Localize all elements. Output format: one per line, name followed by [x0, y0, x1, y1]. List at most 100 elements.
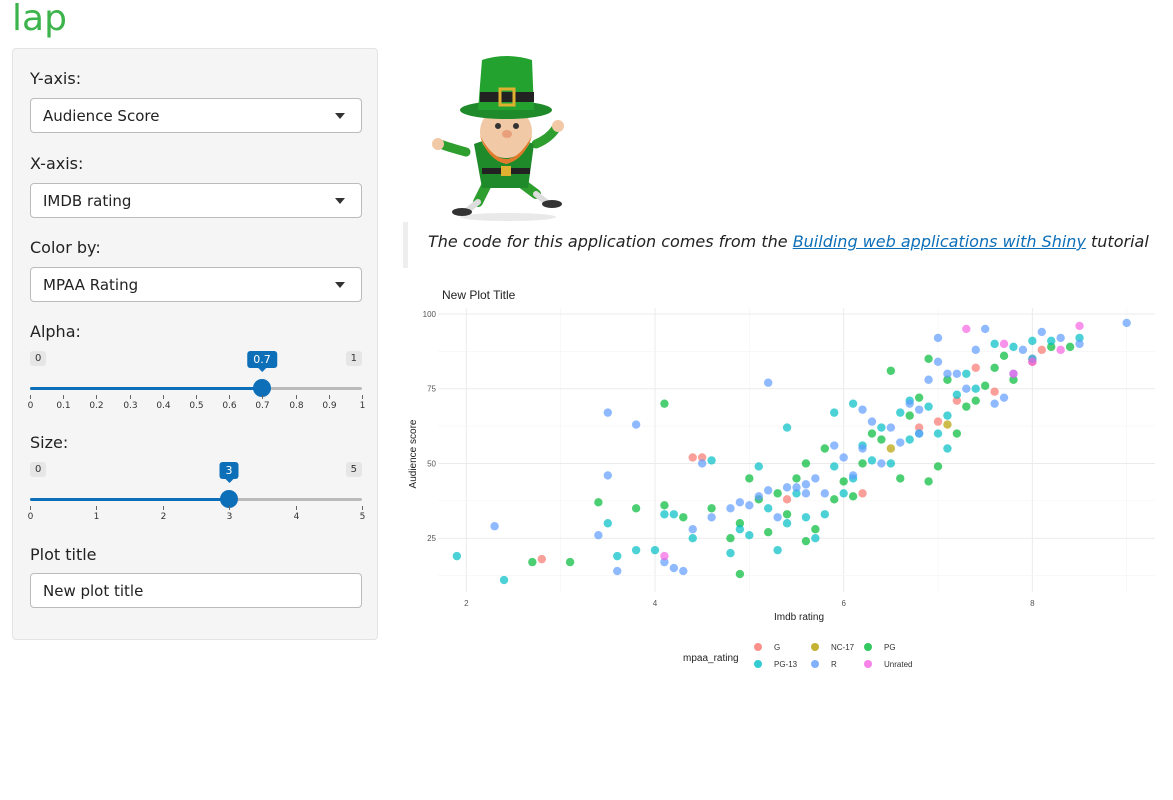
color-by-select[interactable]: MPAA Rating — [30, 267, 362, 302]
data-point-pg-13 — [452, 551, 462, 561]
app-title: lap — [12, 0, 67, 39]
scatter-chart: New Plot Title 2 4 6 8 25 50 75 100 Imdb rating… — [408, 288, 1155, 669]
x-axis-select[interactable]: IMDB rating — [30, 183, 362, 218]
alpha-tick-mark — [296, 395, 297, 399]
alpha-tick-label: 0.1 — [56, 401, 71, 411]
chevron-down-icon — [335, 282, 345, 288]
alpha-slider[interactable]: 0 1 0.7 0 0.1 0.2 0.3 0.4 0.5 0.6 0.7 0.8 0.9 1 — [28, 351, 365, 411]
alpha-tick-label: 0.9 — [322, 401, 337, 411]
data-point-r — [735, 498, 745, 507]
legend-label: R — [831, 660, 837, 669]
size-tick-mark — [362, 506, 363, 510]
data-point-r — [924, 375, 933, 384]
alpha-tick-label: 0.3 — [123, 401, 138, 411]
data-point-pg — [528, 557, 537, 567]
data-point-pg — [971, 396, 980, 405]
data-point-r — [1018, 345, 1028, 355]
alpha-max-label: 1 — [345, 351, 362, 366]
alpha-tick-label: 0.8 — [289, 401, 304, 411]
size-slider-fill — [30, 498, 229, 501]
chevron-down-icon — [335, 113, 345, 119]
data-point-unrated — [1028, 357, 1037, 367]
data-point-pg-13 — [830, 408, 839, 417]
data-point-nc-17 — [886, 444, 896, 453]
data-point-pg-13 — [1028, 336, 1037, 346]
alpha-tick-label: 0.6 — [222, 401, 237, 411]
legend-label: Unrated — [884, 660, 912, 669]
data-point-r — [905, 399, 914, 408]
data-point-pg-13 — [848, 399, 858, 408]
data-point-pg-13 — [735, 525, 745, 534]
y-axis-select-value: Audience Score — [43, 107, 160, 125]
data-point-pg — [801, 459, 811, 468]
data-point-pg-13 — [943, 411, 952, 420]
data-point-unrated — [1009, 369, 1018, 378]
tutorial-link[interactable]: Building web applications with Shiny — [793, 232, 1086, 251]
data-point-g — [990, 387, 999, 396]
data-point-pg-13 — [896, 408, 905, 417]
size-tick-label: 1 — [93, 512, 100, 522]
color-by-label: Color by: — [30, 238, 101, 257]
alpha-tick-label: 0.5 — [189, 401, 204, 411]
data-point-pg — [905, 411, 914, 420]
data-point-pg-13 — [631, 545, 641, 555]
legend-key-r — [811, 660, 819, 668]
y-tick-label: 50 — [427, 459, 436, 468]
data-point-pg — [745, 474, 754, 483]
data-point-r — [839, 453, 848, 462]
size-tick-label: 3 — [226, 512, 233, 522]
alpha-min-label: 0 — [30, 351, 47, 366]
data-point-pg-13 — [990, 339, 999, 349]
chart-points — [452, 318, 1131, 585]
data-point-g — [688, 453, 697, 462]
data-point-r — [877, 459, 886, 468]
data-point-r — [914, 405, 924, 414]
plot-title-input[interactable] — [30, 573, 362, 608]
size-tick-mark — [30, 506, 31, 510]
data-point-pg-13 — [877, 423, 886, 432]
data-point-g — [858, 489, 867, 498]
data-point-pg-13 — [650, 545, 660, 555]
data-point-pg — [867, 429, 877, 438]
x-tick-label: 2 — [464, 599, 469, 608]
legend-key-pg-13 — [754, 660, 762, 668]
data-point-pg-13 — [726, 548, 735, 558]
alpha-tick-mark — [329, 395, 330, 399]
size-slider[interactable]: 0 5 3 0 1 2 3 4 5 — [28, 462, 365, 522]
y-axis-label: Y-axis: — [30, 69, 82, 88]
data-point-r — [697, 459, 707, 468]
chart-tick-labels: 2 4 6 8 25 50 75 100 — [423, 310, 1035, 608]
data-point-unrated — [962, 324, 971, 334]
data-point-pg — [886, 366, 896, 375]
data-point-pg-13 — [660, 510, 669, 519]
alpha-tick-mark — [130, 395, 131, 399]
data-point-g — [1037, 345, 1046, 355]
y-axis-select[interactable]: Audience Score — [30, 98, 362, 133]
alpha-tick-label: 0.4 — [156, 401, 171, 411]
data-point-pg-13 — [773, 545, 782, 555]
y-tick-label: 25 — [427, 534, 436, 543]
data-point-r — [594, 531, 603, 540]
data-point-pg-13 — [745, 531, 754, 540]
alpha-tick-mark — [96, 395, 97, 399]
data-point-pg — [660, 399, 669, 408]
leprechaun-image — [432, 56, 564, 221]
legend-key-nc-17 — [811, 643, 819, 651]
data-point-r — [792, 483, 801, 492]
data-point-pg — [594, 498, 603, 507]
alpha-tick-mark — [30, 395, 31, 399]
chevron-down-icon — [335, 198, 345, 204]
data-point-pg-13 — [1047, 336, 1056, 346]
data-point-r — [1056, 333, 1065, 343]
data-point-pg-13 — [782, 423, 792, 432]
data-point-pg — [773, 489, 782, 498]
caption-text: The code for this application comes from… — [428, 232, 1149, 251]
data-point-pg — [924, 477, 933, 486]
data-point-pg-13 — [801, 513, 811, 522]
chart-grid — [438, 308, 1155, 592]
data-point-g — [782, 495, 792, 504]
data-point-r — [688, 525, 697, 534]
data-point-pg-13 — [830, 462, 839, 471]
x-axis-label: X-axis: — [30, 154, 84, 173]
data-point-pg — [896, 474, 905, 483]
